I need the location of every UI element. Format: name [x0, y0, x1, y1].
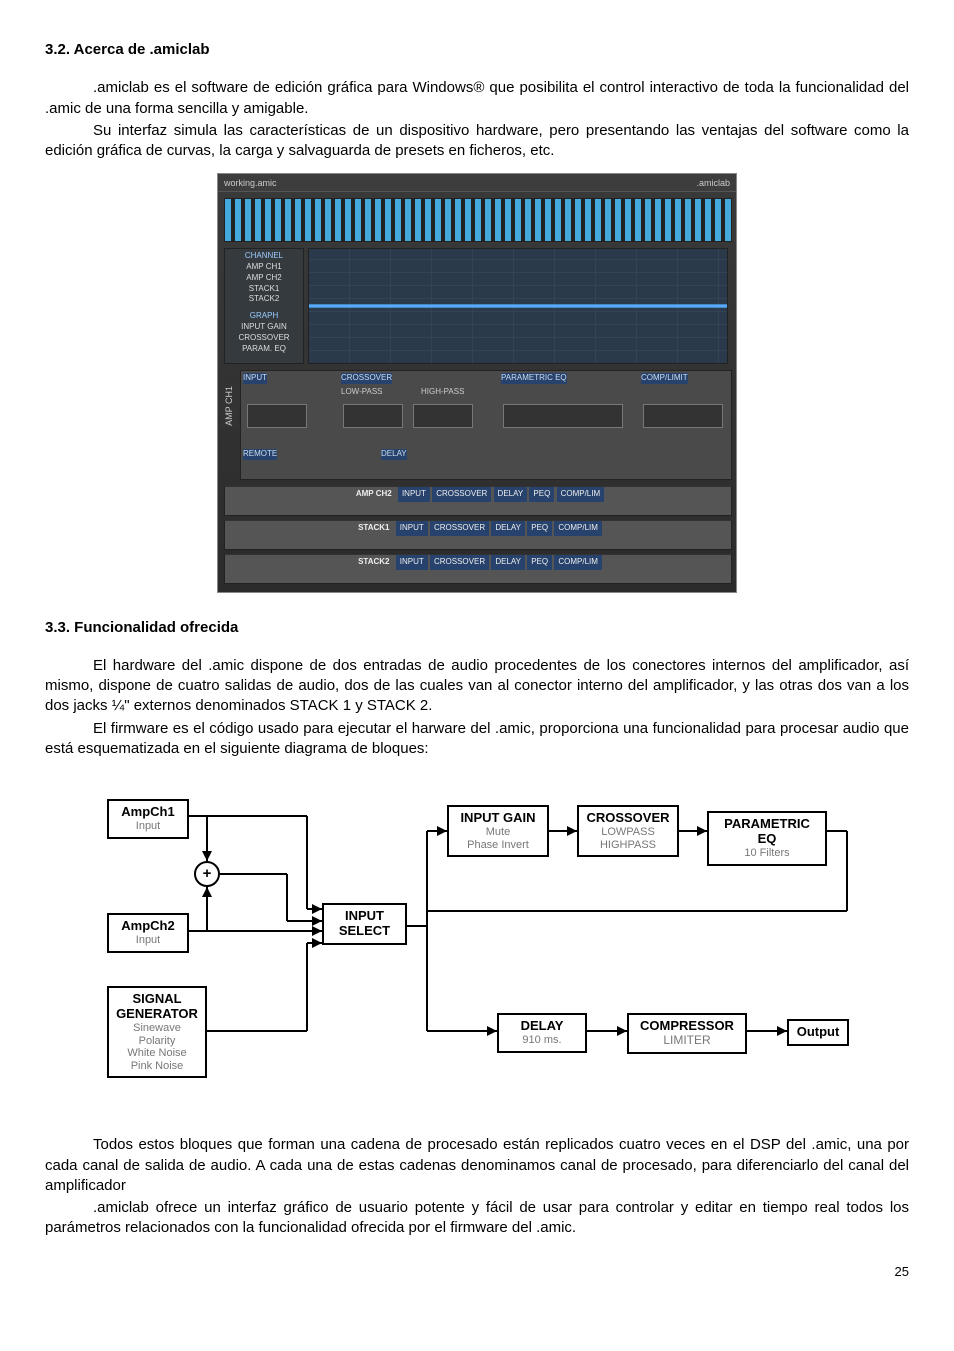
para-3-3-3: Todos estos bloques que forman una caden… — [45, 1135, 909, 1196]
sidebar-item: CROSSOVER — [227, 333, 301, 344]
row-input-label: INPUT — [398, 487, 430, 502]
mini-panel — [413, 404, 473, 428]
block-sub: 10 Filters — [715, 847, 819, 860]
page-number: 25 — [45, 1263, 909, 1281]
mini-panel — [247, 404, 307, 428]
para-3-3-1: El hardware del .amic dispone de dos ent… — [45, 656, 909, 717]
block-sub: Pink Noise — [115, 1060, 199, 1073]
block-title: CROSSOVER — [585, 811, 671, 826]
block-sub: Input — [115, 934, 181, 947]
spectrum-meter — [224, 198, 732, 242]
block-input-gain: INPUT GAIN Mute Phase Invert — [447, 805, 549, 857]
block-title: COMPRESSOR — [635, 1019, 739, 1034]
block-input-select: INPUT SELECT — [322, 903, 407, 945]
block-output: Output — [787, 1019, 849, 1046]
row-name: STACK1 — [354, 521, 393, 536]
block-title: AmpCh2 — [115, 919, 181, 934]
row-crossover-label: CROSSOVER — [430, 555, 489, 570]
block-title: INPUT — [330, 909, 399, 924]
row-peq-label: PEQ — [527, 521, 552, 536]
block-title: SELECT — [330, 924, 399, 939]
block-peq: PARAMETRIC EQ 10 Filters — [707, 811, 827, 866]
sidebar-item: INPUT GAIN — [227, 322, 301, 333]
delay-heading: DELAY — [381, 449, 407, 460]
sidebar-item: AMP CH2 — [227, 273, 301, 284]
block-title: SIGNAL — [115, 992, 199, 1007]
block-title: DELAY — [505, 1019, 579, 1034]
block-sub: Sinewave — [115, 1022, 199, 1035]
sidebar-graph-label: GRAPH — [227, 311, 301, 322]
highpass-label: HIGH-PASS — [421, 387, 464, 398]
block-sub: 910 ms. — [505, 1034, 579, 1047]
block-ampch2: AmpCh2 Input — [107, 913, 189, 953]
row-input-label: INPUT — [396, 521, 428, 536]
block-sub: LIMITER — [635, 1034, 739, 1048]
row-peq-label: PEQ — [527, 555, 552, 570]
row-delay-label: DELAY — [491, 521, 525, 536]
eq-graph — [308, 248, 728, 364]
block-siggen: SIGNAL GENERATOR Sinewave Polarity White… — [107, 986, 207, 1078]
block-sub: Phase Invert — [455, 839, 541, 852]
row-name: STACK2 — [354, 555, 393, 570]
block-ampch1: AmpCh1 Input — [107, 799, 189, 839]
block-title: AmpCh1 — [115, 805, 181, 820]
para-3-2-1: .amiclab es el software de edición gráfi… — [45, 78, 909, 119]
block-title: GENERATOR — [115, 1007, 199, 1022]
block-sub: HIGHPASS — [585, 839, 671, 852]
row-name: AMP CH2 — [352, 487, 396, 502]
row-input-label: INPUT — [396, 555, 428, 570]
row-delay-label: DELAY — [491, 555, 525, 570]
block-title: PARAMETRIC EQ — [715, 817, 819, 847]
sidebar-item: STACK1 — [227, 284, 301, 295]
block-compressor: COMPRESSOR LIMITER — [627, 1013, 747, 1054]
window-brand: .amiclab — [696, 177, 730, 189]
sidebar-channel-label: CHANNEL — [227, 251, 301, 262]
block-sub: Mute — [455, 826, 541, 839]
window-title: working.amic — [224, 177, 277, 189]
block-title: Output — [795, 1025, 841, 1040]
sidebar-item: PARAM. EQ — [227, 344, 301, 355]
plus-icon: + — [203, 864, 212, 884]
heading-3-2: 3.2. Acerca de .amiclab — [45, 40, 909, 60]
row-crossover-label: CROSSOVER — [430, 521, 489, 536]
para-3-2-2: Su interfaz simula las características d… — [45, 121, 909, 162]
row-complim-label: COMP/LIM — [557, 487, 605, 502]
mini-panel — [643, 404, 723, 428]
row-delay-label: DELAY — [494, 487, 528, 502]
block-title: INPUT GAIN — [455, 811, 541, 826]
mini-panel — [503, 404, 623, 428]
input-heading: INPUT — [243, 373, 267, 384]
heading-3-3: 3.3. Funcionalidad ofrecida — [45, 618, 909, 638]
block-sub: White Noise — [115, 1047, 199, 1060]
block-sub: Polarity — [115, 1035, 199, 1048]
ampch1-vertical-label: AMP CH1 — [220, 384, 238, 428]
para-3-3-2: El firmware es el código usado para ejec… — [45, 719, 909, 760]
sidebar-item: STACK2 — [227, 294, 301, 305]
block-sub: LOWPASS — [585, 826, 671, 839]
mini-panel — [343, 404, 403, 428]
para-3-3-4: .amiclab ofrece un interfaz gráfico de u… — [45, 1198, 909, 1239]
sidebar-item: AMP CH1 — [227, 262, 301, 273]
lowpass-label: LOW-PASS — [341, 387, 383, 398]
complimit-heading: COMP/LIMIT — [641, 373, 688, 384]
peq-heading: PARAMETRIC EQ — [501, 373, 567, 384]
block-crossover: CROSSOVER LOWPASS HIGHPASS — [577, 805, 679, 857]
block-delay: DELAY 910 ms. — [497, 1013, 587, 1053]
crossover-heading: CROSSOVER — [341, 373, 392, 384]
row-complim-label: COMP/LIM — [554, 555, 602, 570]
amiclab-screenshot: working.amic .amiclab CHANNEL AMP CH1 AM… — [217, 173, 737, 593]
channel-sidebar: CHANNEL AMP CH1 AMP CH2 STACK1 STACK2 GR… — [224, 248, 304, 364]
remote-heading: REMOTE — [243, 449, 277, 460]
row-crossover-label: CROSSOVER — [432, 487, 491, 502]
block-sub: Input — [115, 820, 181, 833]
row-complim-label: COMP/LIM — [554, 521, 602, 536]
block-diagram: AmpCh1 Input + AmpCh2 Input SIGNAL GENER… — [97, 791, 857, 1101]
row-peq-label: PEQ — [529, 487, 554, 502]
sum-node: + — [194, 861, 220, 887]
